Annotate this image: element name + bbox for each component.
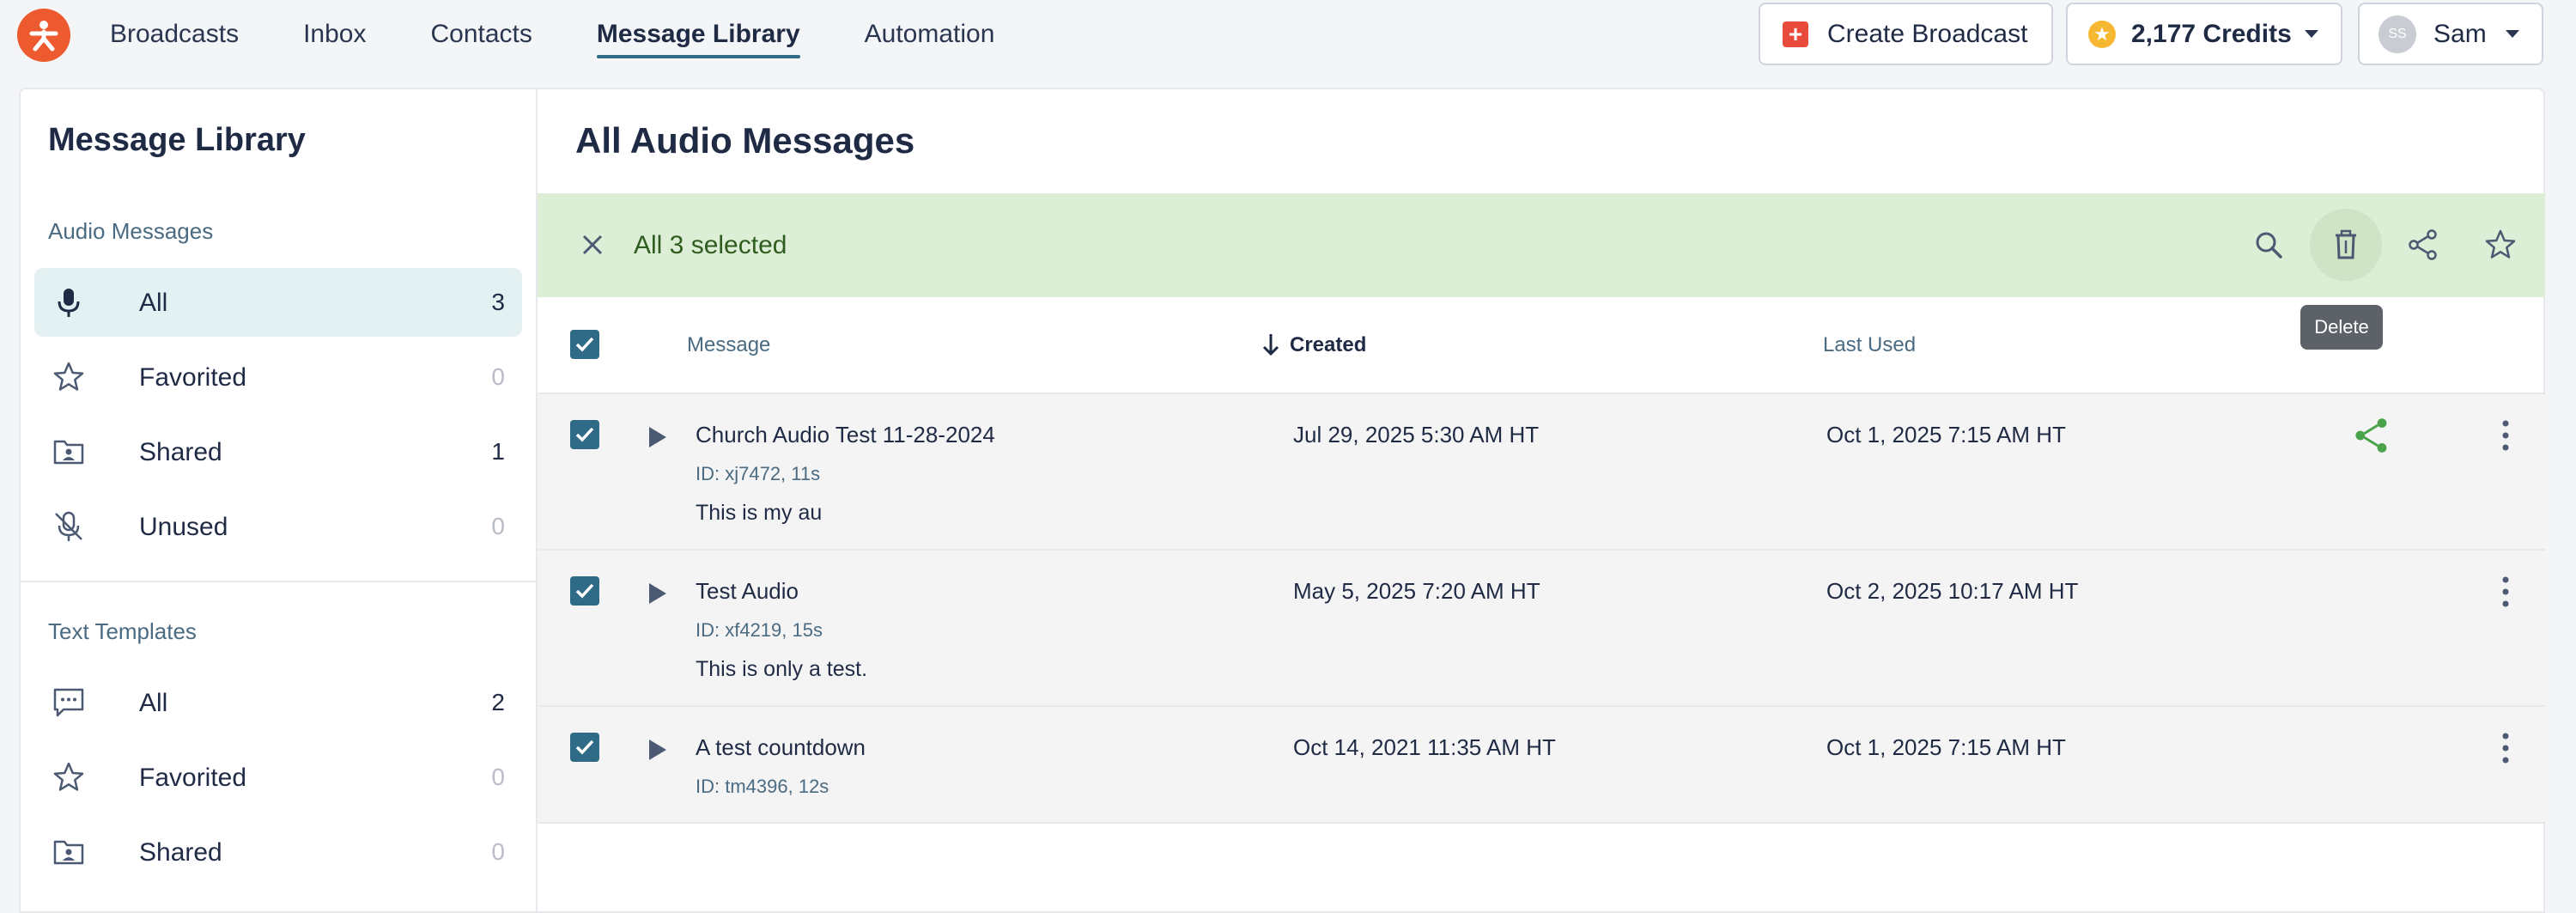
- credits-label: 2,177 Credits: [2131, 19, 2292, 48]
- nav-message-library[interactable]: Message Library: [596, 0, 800, 69]
- sidebar-item-text-shared[interactable]: Shared 0: [34, 818, 522, 886]
- table-row[interactable]: Church Audio Test 11-28-2024 ID: xj7472,…: [538, 393, 2545, 549]
- avatar: SS: [2379, 15, 2416, 53]
- message-name: Test Audio: [696, 578, 799, 604]
- star-icon: [2485, 229, 2516, 259]
- chevron-down-icon: [2305, 30, 2318, 38]
- sidebar-item-count: 1: [491, 438, 505, 465]
- more-vertical-icon[interactable]: [2485, 727, 2526, 769]
- sidebar-item-audio-favorited[interactable]: Favorited 0: [34, 343, 522, 411]
- row-checkbox[interactable]: [570, 420, 599, 449]
- person-icon: [29, 21, 58, 52]
- message-name: Church Audio Test 11-28-2024: [696, 422, 995, 447]
- sidebar-item-label: All: [139, 689, 168, 717]
- message-name: A test countdown: [696, 734, 866, 760]
- favorite-button[interactable]: [2475, 219, 2526, 271]
- message-text: This is my au: [696, 501, 823, 525]
- table-row[interactable]: Test Audio ID: xf4219, 15s This is only …: [538, 549, 2545, 705]
- sidebar-item-label: Favorited: [139, 363, 247, 392]
- user-menu[interactable]: SS Sam: [2358, 3, 2543, 65]
- nav-broadcasts[interactable]: Broadcasts: [110, 0, 239, 69]
- table-row[interactable]: A test countdown ID: tm4396, 12s Oct 14,…: [538, 705, 2545, 824]
- create-broadcast-label: Create Broadcast: [1827, 19, 2028, 48]
- more-vertical-icon[interactable]: [2485, 571, 2526, 612]
- delete-button[interactable]: [2310, 209, 2382, 281]
- selection-toolbar: All 3 selected: [538, 193, 2545, 297]
- sidebar-item-count: 0: [491, 363, 505, 390]
- sidebar-item-label: Shared: [139, 838, 222, 867]
- search-button[interactable]: [2243, 219, 2294, 271]
- message-created: Jul 29, 2025 5:30 AM HT: [1293, 422, 1540, 447]
- shared-status-icon[interactable]: [2351, 415, 2392, 456]
- row-checkbox[interactable]: [570, 576, 599, 606]
- nav-links: Broadcasts Inbox Contacts Message Librar…: [110, 0, 1059, 69]
- select-all-checkbox[interactable]: [570, 330, 599, 359]
- message-id: ID: tm4396, 12s: [696, 776, 829, 797]
- credits-dropdown[interactable]: ★ 2,177 Credits: [2066, 3, 2342, 65]
- page-title: All Audio Messages: [575, 120, 915, 161]
- create-broadcast-button[interactable]: + Create Broadcast: [1759, 3, 2053, 65]
- play-icon[interactable]: [649, 740, 666, 760]
- column-last-used[interactable]: Last Used: [1823, 333, 1916, 357]
- trash-icon: [2336, 229, 2356, 259]
- sidebar-item-label: Unused: [139, 513, 228, 541]
- play-icon[interactable]: [649, 583, 666, 604]
- sidebar-item-count: 2: [491, 689, 505, 715]
- message-id: ID: xj7472, 11s: [696, 463, 821, 484]
- user-name: Sam: [2433, 19, 2487, 48]
- audio-section-heading: Audio Messages: [48, 218, 214, 244]
- plus-icon: +: [1783, 21, 1808, 47]
- text-section-heading: Text Templates: [48, 618, 197, 644]
- column-created[interactable]: Created: [1290, 333, 1366, 357]
- chat-bubble-icon: [53, 688, 84, 717]
- message-last-used: Oct 2, 2025 10:17 AM HT: [1826, 578, 2079, 604]
- shared-folder-icon: [53, 840, 84, 865]
- main-panel: All Audio Messages All 3 selected Delete…: [536, 88, 2545, 913]
- share-icon: [2409, 229, 2437, 260]
- app-logo[interactable]: [17, 9, 70, 62]
- column-message[interactable]: Message: [687, 333, 770, 357]
- shared-folder-icon: [53, 440, 84, 465]
- microphone-icon: [58, 289, 80, 317]
- nav-contacts[interactable]: Contacts: [430, 0, 532, 69]
- sidebar-item-label: All: [139, 289, 168, 317]
- microphone-off-icon: [55, 511, 82, 541]
- sidebar-item-count: 0: [491, 838, 505, 865]
- nav-automation[interactable]: Automation: [865, 0, 995, 69]
- nav-inbox[interactable]: Inbox: [303, 0, 366, 69]
- sidebar-item-audio-shared[interactable]: Shared 1: [34, 417, 522, 486]
- top-navigation: Broadcasts Inbox Contacts Message Librar…: [0, 0, 2576, 69]
- sidebar-title: Message Library: [48, 122, 306, 158]
- message-text: This is only a test.: [696, 657, 868, 681]
- sidebar-item-text-favorited[interactable]: Favorited 0: [34, 743, 522, 812]
- sidebar-item-label: Favorited: [139, 764, 247, 792]
- table-header: Message Created Last Used: [538, 297, 2545, 393]
- message-last-used: Oct 1, 2025 7:15 AM HT: [1826, 422, 2066, 447]
- more-vertical-icon[interactable]: [2485, 415, 2526, 456]
- message-last-used: Oct 1, 2025 7:15 AM HT: [1826, 734, 2066, 760]
- sidebar: Message Library Audio Messages All 3 Fav…: [19, 88, 536, 913]
- message-id: ID: xf4219, 15s: [696, 619, 823, 641]
- sidebar-item-count: 0: [491, 513, 505, 539]
- star-icon: [53, 362, 84, 391]
- message-created: May 5, 2025 7:20 AM HT: [1293, 578, 1540, 604]
- share-button[interactable]: [2397, 219, 2449, 271]
- arrow-down-icon: [1262, 334, 1279, 356]
- sidebar-item-count: 0: [491, 764, 505, 790]
- coin-icon: ★: [2088, 20, 2116, 48]
- sidebar-item-audio-unused[interactable]: Unused 0: [34, 492, 522, 561]
- sidebar-item-text-all[interactable]: All 2: [34, 668, 522, 737]
- selection-count: All 3 selected: [634, 231, 787, 259]
- sidebar-item-audio-all[interactable]: All 3: [34, 268, 522, 337]
- sidebar-item-count: 3: [491, 289, 505, 315]
- row-checkbox[interactable]: [570, 733, 599, 762]
- close-icon[interactable]: [575, 228, 610, 262]
- sidebar-divider: [21, 581, 536, 582]
- message-created: Oct 14, 2021 11:35 AM HT: [1293, 734, 1556, 760]
- sidebar-item-label: Shared: [139, 438, 222, 466]
- play-icon[interactable]: [649, 427, 666, 447]
- chevron-down-icon: [2506, 30, 2519, 38]
- search-icon: [2256, 232, 2282, 259]
- star-icon: [53, 762, 84, 791]
